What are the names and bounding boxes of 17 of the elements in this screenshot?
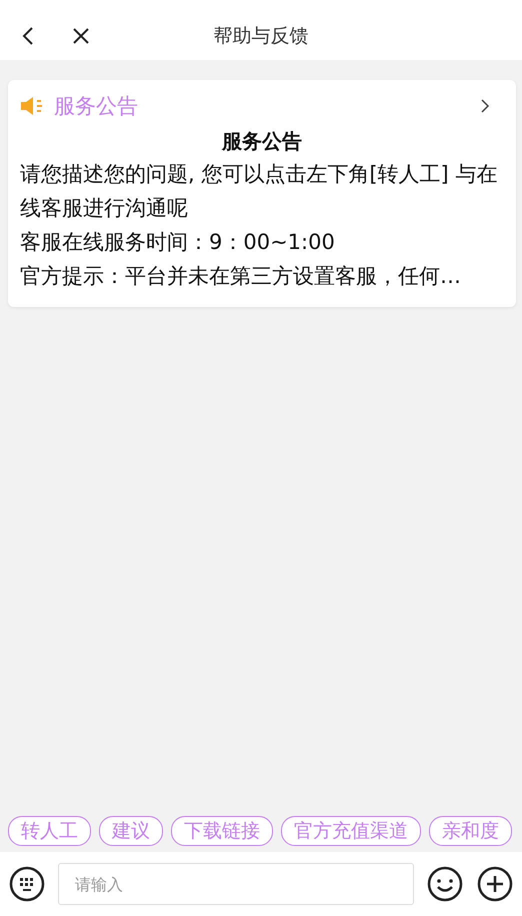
keyboard-icon[interactable]	[8, 865, 46, 903]
quick-reply-chip[interactable]: 建议	[99, 816, 163, 846]
add-icon[interactable]	[476, 865, 514, 903]
quick-reply-chip[interactable]: 官方充值渠道	[281, 816, 421, 846]
page-title: 帮助与反馈	[214, 25, 308, 47]
quick-reply-chip[interactable]: 转人工	[8, 816, 91, 846]
quick-reply-chip[interactable]: 下载链接	[171, 816, 273, 846]
quick-reply-chip[interactable]: 亲和度	[429, 816, 512, 846]
notice-text: 请您描述您的问题, 您可以点击左下角[转人工] 与在线客服进行沟通呢	[20, 161, 498, 222]
notice-title: 服务公告	[220, 128, 303, 155]
chevron-right-icon[interactable]	[480, 98, 490, 114]
megaphone-icon	[20, 96, 44, 116]
notice-label[interactable]: 服务公告	[54, 92, 470, 120]
notice-text: 客服在线服务时间：9：00~1:00	[20, 229, 336, 256]
smiley-icon[interactable]	[426, 865, 464, 903]
notice-text: 官方提示：平台并未在第三方设置客服，任何…	[20, 263, 462, 290]
message-input[interactable]: 请输入	[58, 863, 414, 905]
